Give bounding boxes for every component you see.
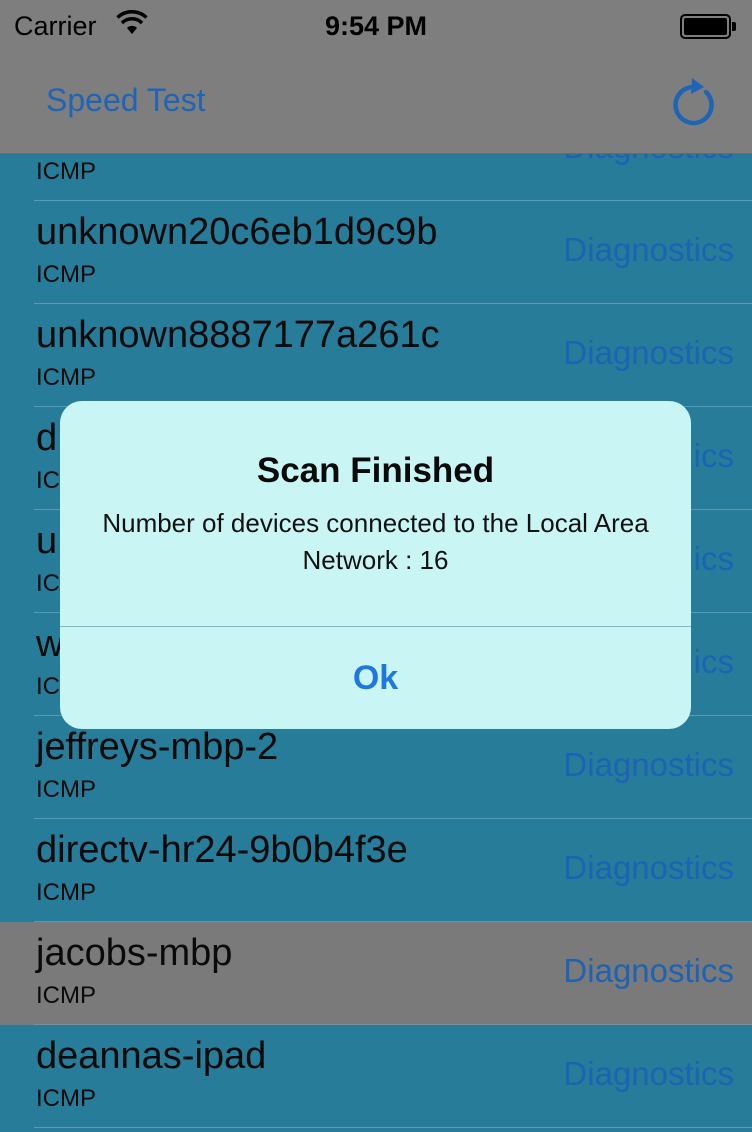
diagnostics-button[interactable]: Diagnostics	[563, 746, 734, 784]
device-name: jacobs-mbp	[36, 932, 233, 974]
device-name: d	[36, 417, 58, 459]
device-protocol: IC	[36, 570, 60, 597]
device-row[interactable]: jeffreys-mbp-2 ICMP Diagnostics	[0, 716, 752, 819]
diagnostics-button[interactable]: Diagnostics	[563, 334, 734, 372]
row-separator	[34, 1127, 752, 1128]
ok-button[interactable]: Ok	[60, 627, 691, 729]
status-bar: Carrier 9:54 PM	[0, 0, 752, 52]
diagnostics-button[interactable]: ics	[694, 643, 734, 681]
diagnostics-button[interactable]: Diagnostics	[563, 952, 734, 990]
device-row[interactable]: directv-hr24-9b0b4f3e ICMP Diagnostics	[0, 819, 752, 922]
device-row[interactable]: ICMP Diagnostics	[0, 154, 752, 201]
device-protocol: ICMP	[36, 364, 96, 391]
device-name: directv-hr24-9b0b4f3e	[36, 829, 408, 871]
alert-message: Number of devices connected to the Local…	[102, 508, 649, 575]
device-protocol: ICMP	[36, 982, 96, 1009]
device-protocol: ICMP	[36, 1085, 96, 1112]
diagnostics-button[interactable]: Diagnostics	[563, 231, 734, 269]
device-protocol: ICMP	[36, 776, 96, 803]
refresh-icon[interactable]	[666, 74, 716, 128]
navigation-bar: Speed Test	[0, 52, 752, 154]
device-row[interactable]: deannas-ipad ICMP Diagnostics	[0, 1025, 752, 1128]
device-protocol: ICMP	[36, 158, 96, 185]
device-name: deannas-ipad	[36, 1035, 267, 1077]
device-row-selected[interactable]: jacobs-mbp ICMP Diagnostics	[0, 922, 752, 1025]
device-row[interactable]: unknown8887177a261c ICMP Diagnostics	[0, 304, 752, 407]
alert-title: Scan Finished	[256, 451, 495, 490]
device-protocol: IC	[36, 467, 60, 494]
diagnostics-button[interactable]: Diagnostics	[563, 154, 734, 166]
status-time: 9:54 PM	[324, 11, 428, 41]
device-protocol: IC	[36, 673, 60, 700]
speed-test-button[interactable]: Speed Test	[46, 82, 206, 119]
device-name: jeffreys-mbp-2	[36, 726, 279, 768]
device-protocol: ICMP	[36, 261, 96, 288]
device-name: unknown8887177a261c	[36, 314, 440, 356]
diagnostics-button[interactable]: ics	[694, 540, 734, 578]
scan-finished-alert: Scan Finished Number of devices connecte…	[60, 401, 691, 729]
diagnostics-button[interactable]: Diagnostics	[563, 849, 734, 887]
diagnostics-button[interactable]: ics	[694, 437, 734, 475]
device-protocol: ICMP	[36, 879, 96, 906]
diagnostics-button[interactable]: Diagnostics	[563, 1055, 734, 1093]
device-name: unknown20c6eb1d9c9b	[36, 211, 438, 253]
battery-icon	[680, 14, 736, 39]
device-name: u	[36, 520, 58, 562]
device-row[interactable]: unknown20c6eb1d9c9b ICMP Diagnostics	[0, 201, 752, 304]
